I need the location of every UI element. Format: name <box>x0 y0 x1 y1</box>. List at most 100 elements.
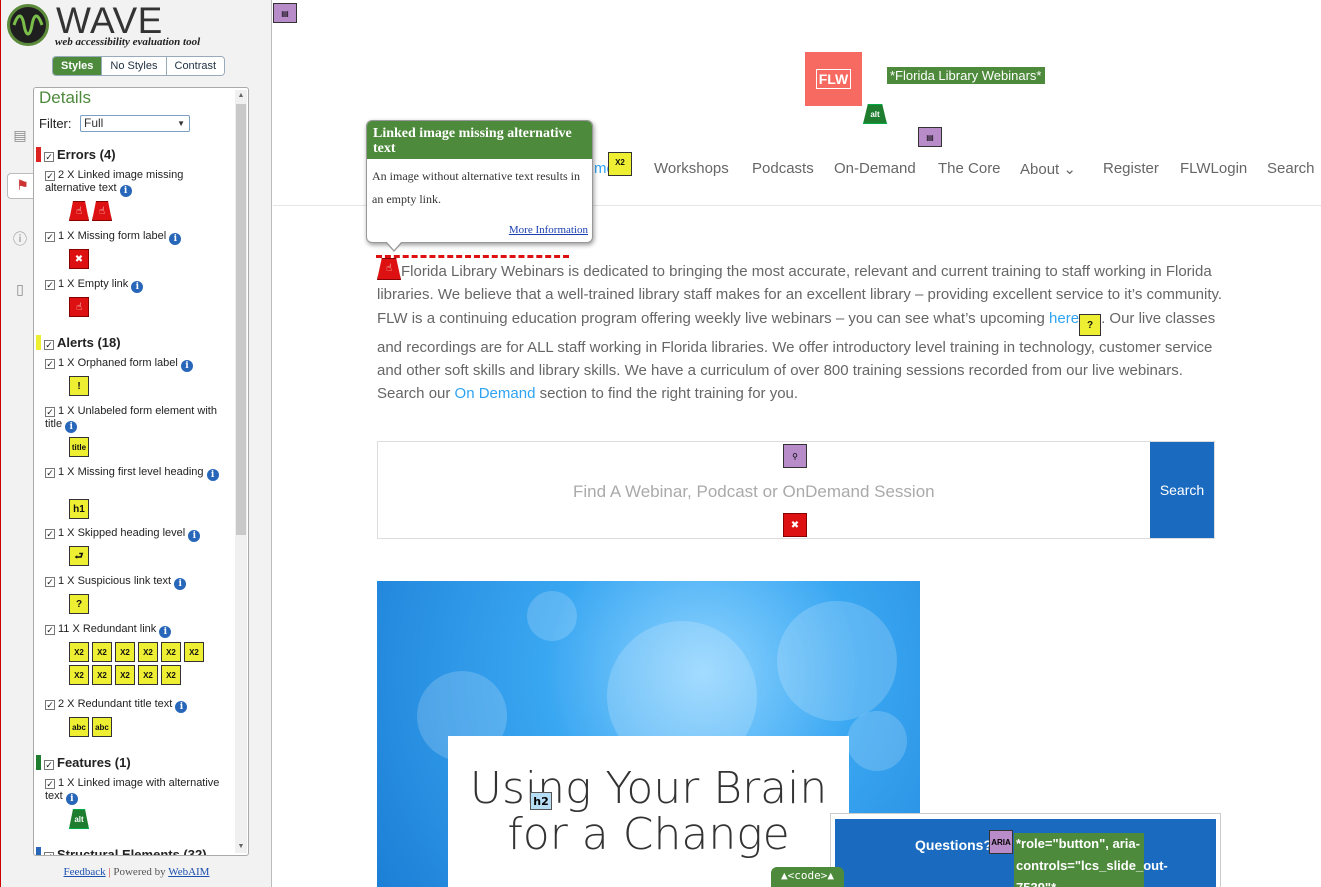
info-icon[interactable]: i <box>159 626 172 638</box>
category-alerts[interactable]: ✓ Alerts (18) <box>36 335 121 350</box>
h1-icon[interactable]: h1 <box>69 499 89 519</box>
item-checkbox[interactable]: ✓ <box>45 625 55 635</box>
features-checkbox[interactable]: ✓ <box>44 760 54 770</box>
tooltip-title: Linked image missing alternative text <box>367 121 592 159</box>
info-icon[interactable]: i <box>180 360 193 372</box>
info-icon[interactable]: i <box>188 530 201 542</box>
filter-select[interactable]: Full <box>80 115 190 132</box>
item-checkbox[interactable]: ✓ <box>45 529 55 539</box>
here-link[interactable]: here <box>1049 310 1079 327</box>
redundant-link-icon[interactable]: X2 <box>161 665 181 685</box>
aria-landmark-icon[interactable]: ▤ <box>918 127 942 147</box>
nav-register[interactable]: Register <box>1103 160 1159 177</box>
item-checkbox[interactable]: ✓ <box>45 359 55 369</box>
code-toggle[interactable]: ▲<code>▲ <box>771 867 844 887</box>
linked-image-missing-icon[interactable]: ☝ <box>92 201 112 221</box>
tab-no-styles[interactable]: No Styles <box>101 57 166 75</box>
item-checkbox[interactable]: ✓ <box>45 171 55 181</box>
item-checkbox[interactable]: ✓ <box>45 779 55 789</box>
search-button[interactable]: Search <box>1150 442 1214 538</box>
redundant-link-icon[interactable]: X2 <box>69 665 89 685</box>
redundant-link-icon[interactable]: X2 <box>92 642 112 662</box>
questions-label: Questions? <box>915 837 993 853</box>
h2-icon[interactable]: h2 <box>530 792 552 810</box>
icon-group: ☝ ☝ <box>69 201 219 221</box>
redundant-link-icon[interactable]: X2 <box>115 665 135 685</box>
category-errors[interactable]: ✓ Errors (4) <box>36 147 116 162</box>
search-magnifier-icon[interactable]: ⚲ <box>783 444 807 468</box>
tab-contrast[interactable]: Contrast <box>165 57 225 75</box>
scroll-up-icon[interactable]: ▲ <box>235 90 247 102</box>
item-checkbox[interactable]: ✓ <box>45 407 55 417</box>
structural-checkbox[interactable]: ✓ <box>44 852 54 855</box>
item-checkbox[interactable]: ✓ <box>45 700 55 710</box>
alt-icon[interactable]: alt <box>863 104 887 124</box>
paragraph-text: section to find the right training for y… <box>535 385 799 403</box>
title-icon[interactable]: title <box>69 437 89 457</box>
errors-checkbox[interactable]: ✓ <box>44 152 54 162</box>
item-checkbox[interactable]: ✓ <box>45 577 55 587</box>
info-icon[interactable]: i <box>65 793 78 805</box>
scroll-thumb[interactable] <box>236 104 246 535</box>
suspicious-link-icon[interactable]: ? <box>69 594 89 614</box>
redundant-link-icon[interactable]: X2 <box>608 152 632 176</box>
aria-icon[interactable]: ARIA <box>989 830 1013 854</box>
on-demand-link[interactable]: On Demand <box>455 385 536 402</box>
scroll-down-icon[interactable]: ▼ <box>235 841 247 853</box>
info-icon[interactable]: i <box>206 469 219 481</box>
nav-on-demand[interactable]: On-Demand <box>834 160 916 177</box>
icon-group: ? <box>69 594 219 614</box>
redundant-link-icon[interactable]: X2 <box>138 665 158 685</box>
redundant-link-icon[interactable]: X2 <box>138 642 158 662</box>
info-icon[interactable]: i <box>119 185 132 197</box>
more-information-link[interactable]: More Information <box>509 224 588 236</box>
nav-podcasts[interactable]: Podcasts <box>752 160 814 177</box>
flw-logo[interactable]: FLW <box>805 52 862 106</box>
tab-styles[interactable]: Styles <box>53 57 102 75</box>
skipped-heading-icon[interactable]: ⮐ <box>69 546 89 566</box>
nav-flwlogin[interactable]: FLWLogin <box>1180 160 1247 177</box>
missing-label-icon[interactable]: ✖ <box>69 249 89 269</box>
clipboard-icon[interactable]: ▤ <box>9 124 31 146</box>
info-icon[interactable]: i <box>169 233 182 245</box>
category-features[interactable]: ✓ Features (1) <box>36 755 131 770</box>
feedback-link[interactable]: Feedback <box>64 866 106 878</box>
info-icon[interactable]: i <box>175 701 188 713</box>
orphaned-label-icon[interactable]: ! <box>69 376 89 396</box>
aria-landmark-icon[interactable]: ▤ <box>273 3 297 23</box>
item-checkbox[interactable]: ✓ <box>45 468 55 478</box>
info-icon[interactable]: i <box>174 578 187 590</box>
suspicious-link-icon[interactable]: ? <box>1079 313 1102 336</box>
redundant-link-icon[interactable]: X2 <box>69 642 89 662</box>
info-icon[interactable]: ⓘ <box>9 228 31 250</box>
document-icon[interactable]: ▯ <box>9 278 31 300</box>
redundant-title-icon[interactable]: abc <box>92 717 112 737</box>
search-input[interactable]: Find A Webinar, Podcast or OnDemand Sess… <box>573 482 935 502</box>
questions-button[interactable]: Questions? ARIA *role="button", aria-con… <box>835 819 1216 887</box>
nav-about[interactable]: About ⌄ <box>1020 160 1076 178</box>
item-checkbox[interactable]: ✓ <box>45 280 55 290</box>
alt-icon[interactable]: alt <box>69 809 89 829</box>
info-icon[interactable]: i <box>131 281 144 293</box>
nav-the-core[interactable]: The Core <box>938 160 1001 177</box>
webaim-link[interactable]: WebAIM <box>168 866 209 878</box>
details-panel: Details Filter: Full ▲ ▼ ✓Errors (4) ✓2 … <box>33 87 249 856</box>
info-icon[interactable]: i <box>65 421 78 433</box>
redundant-link-icon[interactable]: X2 <box>161 642 181 662</box>
panel-scrollbar[interactable]: ▲ ▼ <box>235 90 247 853</box>
item-checkbox[interactable]: ✓ <box>45 232 55 242</box>
bokeh-circle <box>777 601 897 721</box>
item-linked-image-missing: ✓ 2 X Linked image missing alternative te… <box>45 169 230 197</box>
item-redundant-title: ✓ 2 X Redundant title text i <box>45 698 230 713</box>
nav-search[interactable]: Search <box>1267 160 1315 177</box>
category-structural[interactable]: ✓Structural Elements (32) <box>36 847 207 855</box>
redundant-link-icon[interactable]: X2 <box>115 642 135 662</box>
redundant-link-icon[interactable]: X2 <box>184 642 204 662</box>
nav-workshops[interactable]: Workshops <box>654 160 729 177</box>
empty-link-icon[interactable]: ☝ <box>69 297 89 317</box>
missing-label-icon[interactable]: ✖ <box>783 513 807 537</box>
redundant-title-icon[interactable]: abc <box>69 717 89 737</box>
alerts-checkbox[interactable]: ✓ <box>44 340 54 350</box>
redundant-link-icon[interactable]: X2 <box>92 665 112 685</box>
linked-image-missing-icon[interactable]: ☝ <box>69 201 89 221</box>
